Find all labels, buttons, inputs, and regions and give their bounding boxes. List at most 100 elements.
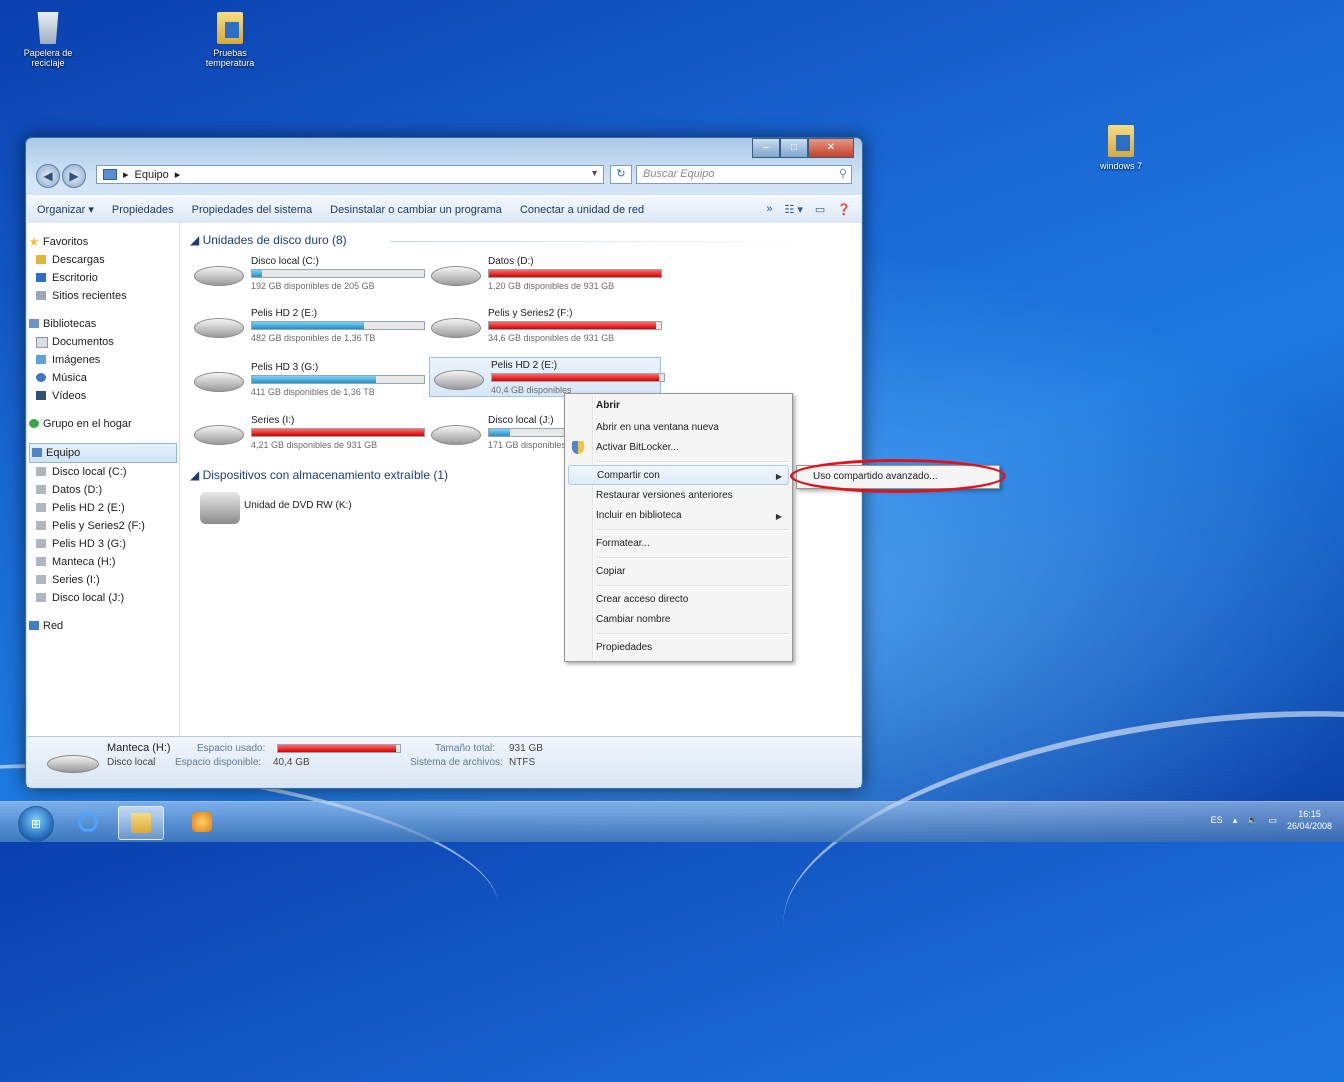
nav-downloads[interactable]: Descargas bbox=[27, 251, 179, 269]
details-drive-name: Manteca (H:) bbox=[107, 742, 171, 754]
drive-tile[interactable]: Pelis HD 3 (G:) 411 GB disponibles de 1,… bbox=[190, 360, 425, 400]
drive-icon bbox=[36, 485, 46, 494]
show-hidden-icons-icon[interactable]: ▴ bbox=[1233, 815, 1238, 826]
nav-homegroup[interactable]: Grupo en el hogar bbox=[27, 415, 179, 433]
menu-item-create-shortcut[interactable]: Crear acceso directo bbox=[596, 594, 688, 605]
usage-bar bbox=[251, 269, 425, 278]
system-properties-button[interactable]: Propiedades del sistema bbox=[192, 204, 312, 216]
hard-drive-icon bbox=[194, 372, 244, 392]
nav-videos[interactable]: Vídeos bbox=[27, 387, 179, 405]
drive-free-space: 40,4 GB disponibles bbox=[491, 385, 572, 395]
menu-item-bitlocker[interactable]: Activar BitLocker... bbox=[596, 442, 679, 453]
change-view-icon[interactable]: ☷ ▾ bbox=[784, 203, 802, 216]
nav-drive[interactable]: Disco local (C:) bbox=[27, 463, 179, 481]
taskbar-ie-button[interactable] bbox=[66, 806, 110, 838]
forward-button[interactable]: ▶ bbox=[62, 164, 86, 188]
help-icon[interactable]: ❓ bbox=[837, 203, 851, 216]
close-button[interactable]: ✕ bbox=[808, 138, 854, 158]
volume-icon[interactable]: 🔈 bbox=[1247, 815, 1258, 826]
clock-time: 16:15 bbox=[1298, 809, 1321, 819]
properties-button[interactable]: Propiedades bbox=[112, 204, 174, 216]
recent-places-icon bbox=[36, 291, 46, 300]
nav-drive[interactable]: Pelis HD 3 (G:) bbox=[27, 535, 179, 553]
maximize-button[interactable]: □ bbox=[780, 138, 808, 158]
organize-button[interactable]: Organizar ▾ bbox=[37, 203, 94, 216]
drive-free-space: 411 GB disponibles de 1,36 TB bbox=[251, 387, 375, 397]
nav-computer[interactable]: Equipo bbox=[29, 443, 177, 463]
minimize-button[interactable]: – bbox=[752, 138, 780, 158]
nav-network[interactable]: Red bbox=[27, 617, 179, 635]
menu-item-restore-versions[interactable]: Restaurar versiones anteriores bbox=[596, 490, 733, 501]
drive-tile[interactable]: Series (I:) 4,21 GB disponibles de 931 G… bbox=[190, 413, 425, 453]
drive-free-space: 482 GB disponibles de 1,36 TB bbox=[251, 333, 376, 343]
network-icon[interactable]: ▭ bbox=[1268, 815, 1277, 826]
nav-images[interactable]: Imágenes bbox=[27, 351, 179, 369]
menu-separator bbox=[596, 585, 789, 587]
clock[interactable]: 16:15 26/04/2008 bbox=[1287, 808, 1332, 832]
drive-icon bbox=[36, 557, 46, 566]
desktop-icon-pruebas-temperatura[interactable]: Pruebas temperatura bbox=[195, 12, 265, 68]
menu-item-open-new-window[interactable]: Abrir en una ventana nueva bbox=[596, 422, 719, 433]
menu-item-format[interactable]: Formatear... bbox=[596, 538, 650, 549]
breadcrumb-equipo[interactable]: Equipo bbox=[135, 169, 169, 181]
section-header-hard-drives[interactable]: ◢ Unidades de disco duro (8) bbox=[190, 233, 830, 247]
nav-documents[interactable]: Documentos bbox=[27, 333, 179, 351]
map-network-drive-button[interactable]: Conectar a unidad de red bbox=[520, 204, 644, 216]
menu-separator bbox=[596, 461, 789, 463]
taskbar: ⊞ ES ▴ 🔈 ▭ 16:15 26/04/2008 bbox=[0, 801, 1344, 842]
drive-tile[interactable]: Pelis y Series2 (F:) 34,6 GB disponibles… bbox=[427, 306, 662, 346]
nav-drive[interactable]: Pelis HD 2 (E:) bbox=[27, 499, 179, 517]
view-controls: » ☷ ▾ ▭ ❓ bbox=[766, 203, 851, 216]
more-options-icon[interactable]: » bbox=[766, 203, 772, 216]
preview-pane-icon[interactable]: ▭ bbox=[815, 203, 825, 216]
section-header-removable[interactable]: ◢ Dispositivos con almacenamiento extraí… bbox=[190, 468, 448, 482]
menu-item-share-with[interactable]: Compartir con bbox=[568, 465, 789, 485]
usage-bar bbox=[251, 375, 425, 384]
drive-name: Disco local (C:) bbox=[251, 256, 319, 267]
nav-recent-places[interactable]: Sitios recientes bbox=[27, 287, 179, 305]
address-bar[interactable]: ▸ Equipo ▸ ▼ bbox=[96, 165, 604, 184]
back-button[interactable]: ◀ bbox=[36, 164, 60, 188]
drive-name: Disco local (J:) bbox=[488, 415, 554, 426]
nav-drive[interactable]: Series (I:) bbox=[27, 571, 179, 589]
hard-drive-icon bbox=[194, 318, 244, 338]
recycle-bin-icon bbox=[37, 12, 59, 44]
uninstall-button[interactable]: Desinstalar o cambiar un programa bbox=[330, 204, 502, 216]
language-indicator[interactable]: ES bbox=[1211, 815, 1223, 825]
nav-drive[interactable]: Pelis y Series2 (F:) bbox=[27, 517, 179, 535]
drive-tile[interactable]: Disco local (C:) 192 GB disponibles de 2… bbox=[190, 254, 425, 294]
drive-icon bbox=[36, 503, 46, 512]
taskbar-explorer-button[interactable] bbox=[118, 806, 164, 840]
drive-tile[interactable]: Datos (D:) 1,20 GB disponibles de 931 GB bbox=[427, 254, 662, 294]
documents-icon bbox=[36, 337, 48, 348]
desktop-icon-windows7[interactable]: windows 7 bbox=[1086, 125, 1156, 171]
start-button[interactable]: ⊞ bbox=[18, 806, 54, 842]
taskbar-media-player-button[interactable] bbox=[180, 806, 224, 838]
nav-music[interactable]: Música bbox=[27, 369, 179, 387]
nav-drive[interactable]: Datos (D:) bbox=[27, 481, 179, 499]
refresh-button[interactable]: ↻ bbox=[610, 165, 632, 184]
nav-libraries[interactable]: Bibliotecas bbox=[27, 315, 179, 333]
libraries-icon bbox=[29, 319, 39, 328]
menu-item-include-library[interactable]: Incluir en biblioteca bbox=[596, 510, 682, 521]
nav-desktop[interactable]: Escritorio bbox=[27, 269, 179, 287]
menu-item-copy[interactable]: Copiar bbox=[596, 566, 625, 577]
drive-tile-selected[interactable]: Pelis HD 2 (E:) 40,4 GB disponibles bbox=[429, 357, 665, 397]
desktop-icon bbox=[36, 273, 46, 282]
submenu-arrow-icon: ▶ bbox=[775, 512, 782, 521]
network-icon bbox=[29, 621, 39, 630]
nav-drive[interactable]: Disco local (J:) bbox=[27, 589, 179, 607]
usage-fill bbox=[252, 376, 376, 383]
menu-item-rename[interactable]: Cambiar nombre bbox=[596, 614, 670, 625]
drive-tile[interactable]: Pelis HD 2 (E:) 482 GB disponibles de 1,… bbox=[190, 306, 425, 346]
desktop-icon-label: windows 7 bbox=[1099, 161, 1143, 171]
chevron-down-icon[interactable]: ▼ bbox=[590, 168, 599, 178]
nav-favorites[interactable]: Favoritos bbox=[27, 233, 179, 251]
dvd-drive-tile[interactable]: Unidad de DVD RW (K:) bbox=[200, 488, 440, 528]
menu-item-properties[interactable]: Propiedades bbox=[596, 642, 652, 653]
desktop-icon-recycle-bin[interactable]: Papelera de reciclaje bbox=[13, 12, 83, 68]
menu-item-open[interactable]: Abrir bbox=[596, 400, 620, 411]
nav-drive[interactable]: Manteca (H:) bbox=[27, 553, 179, 571]
search-input[interactable]: Buscar Equipo ⚲ bbox=[636, 165, 852, 184]
drive-name: Pelis HD 3 (G:) bbox=[251, 362, 319, 373]
